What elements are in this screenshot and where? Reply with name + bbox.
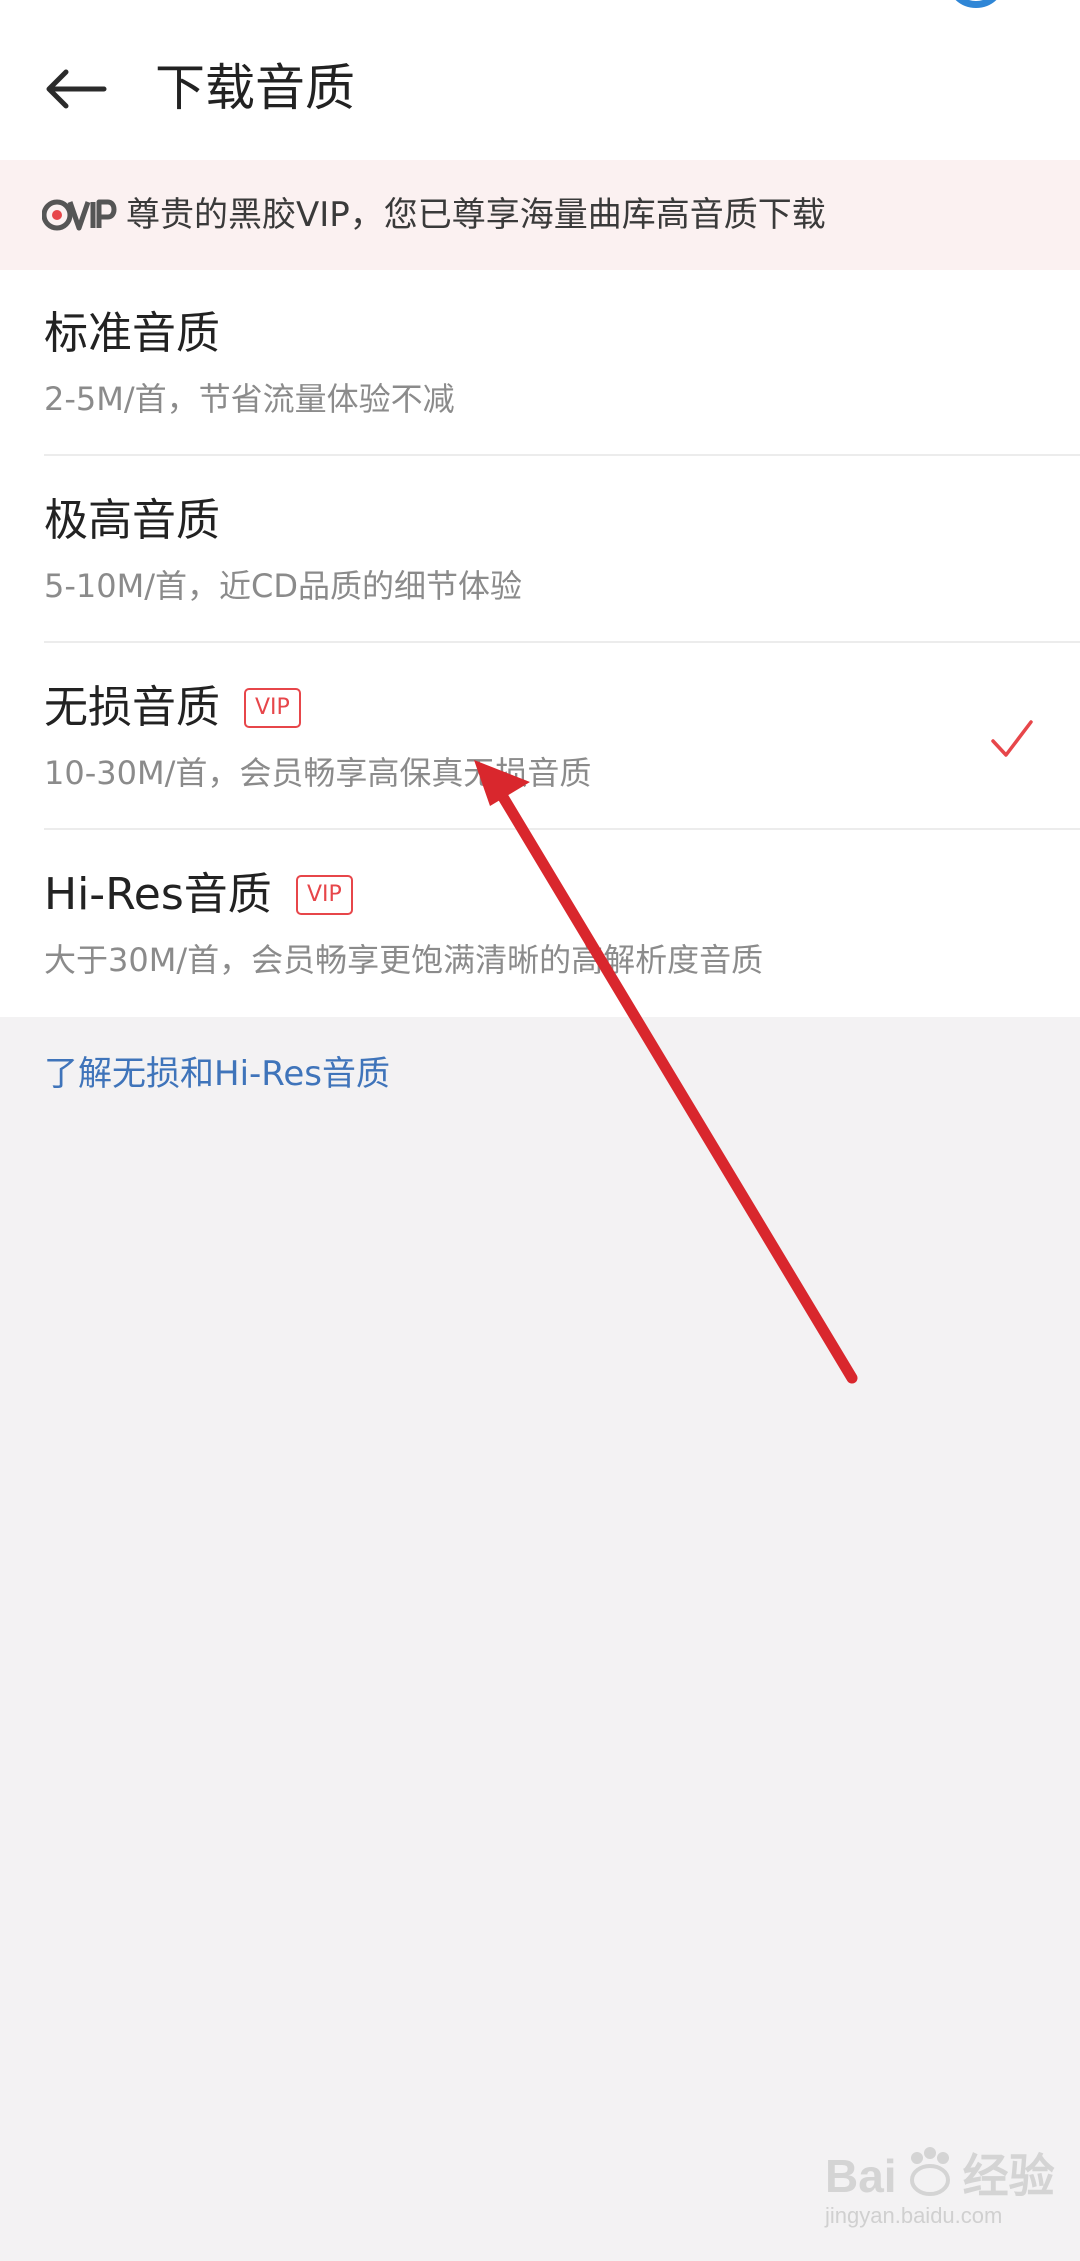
divider	[44, 454, 1080, 456]
vip-banner: 尊贵的黑胶VIP，您已尊享海量曲库高音质下载	[0, 160, 1080, 270]
quality-title: 标准音质	[44, 308, 220, 359]
selected-check-icon	[991, 720, 1033, 757]
watermark-left: Bai	[825, 2150, 897, 2202]
quality-description: 大于30M/首，会员畅享更饱满清晰的高解析度音质	[44, 941, 764, 979]
watermark-right: 经验	[962, 2150, 1055, 2202]
divider	[44, 641, 1080, 643]
learn-more-link[interactable]: 了解无损和Hi-Res音质	[44, 1050, 390, 1098]
back-arrow-icon	[46, 69, 107, 109]
quality-description: 5-10M/首，近CD品质的细节体验	[44, 567, 523, 605]
back-button[interactable]	[32, 46, 122, 136]
quality-title: 无损音质	[44, 682, 220, 733]
quality-title: Hi-Res音质	[44, 869, 272, 920]
paw-logo-icon	[909, 2147, 950, 2196]
quality-description: 10-30M/首，会员畅享高保真无损音质	[44, 754, 592, 792]
page-title: 下载音质	[155, 59, 355, 117]
divider	[44, 828, 1080, 830]
baidu-jingyan-watermark: Bai 经验 jingyan.baidu.com	[825, 2145, 1055, 2227]
quality-description: 2-5M/首，节省流量体验不减	[44, 380, 455, 418]
quality-option-standard[interactable]: 标准音质 2-5M/首，节省流量体验不减	[0, 270, 1080, 456]
vip-badge: VIP	[244, 688, 301, 728]
quality-option-hires[interactable]: Hi-Res音质 VIP 大于30M/首，会员畅享更饱满清晰的高解析度音质	[0, 831, 1080, 1017]
quality-title: 极高音质	[44, 495, 220, 546]
header: 下载音质	[0, 0, 1080, 160]
watermark-url: jingyan.baidu.com	[825, 2203, 1003, 2228]
quality-option-lossless[interactable]: 无损音质 VIP 10-30M/首，会员畅享高保真无损音质	[0, 644, 1080, 830]
vip-badge: VIP	[296, 875, 353, 915]
quality-option-high[interactable]: 极高音质 5-10M/首，近CD品质的细节体验	[0, 457, 1080, 643]
cvip-logo-icon	[41, 190, 118, 240]
vip-banner-text: 尊贵的黑胶VIP，您已尊享海量曲库高音质下载	[126, 195, 826, 235]
